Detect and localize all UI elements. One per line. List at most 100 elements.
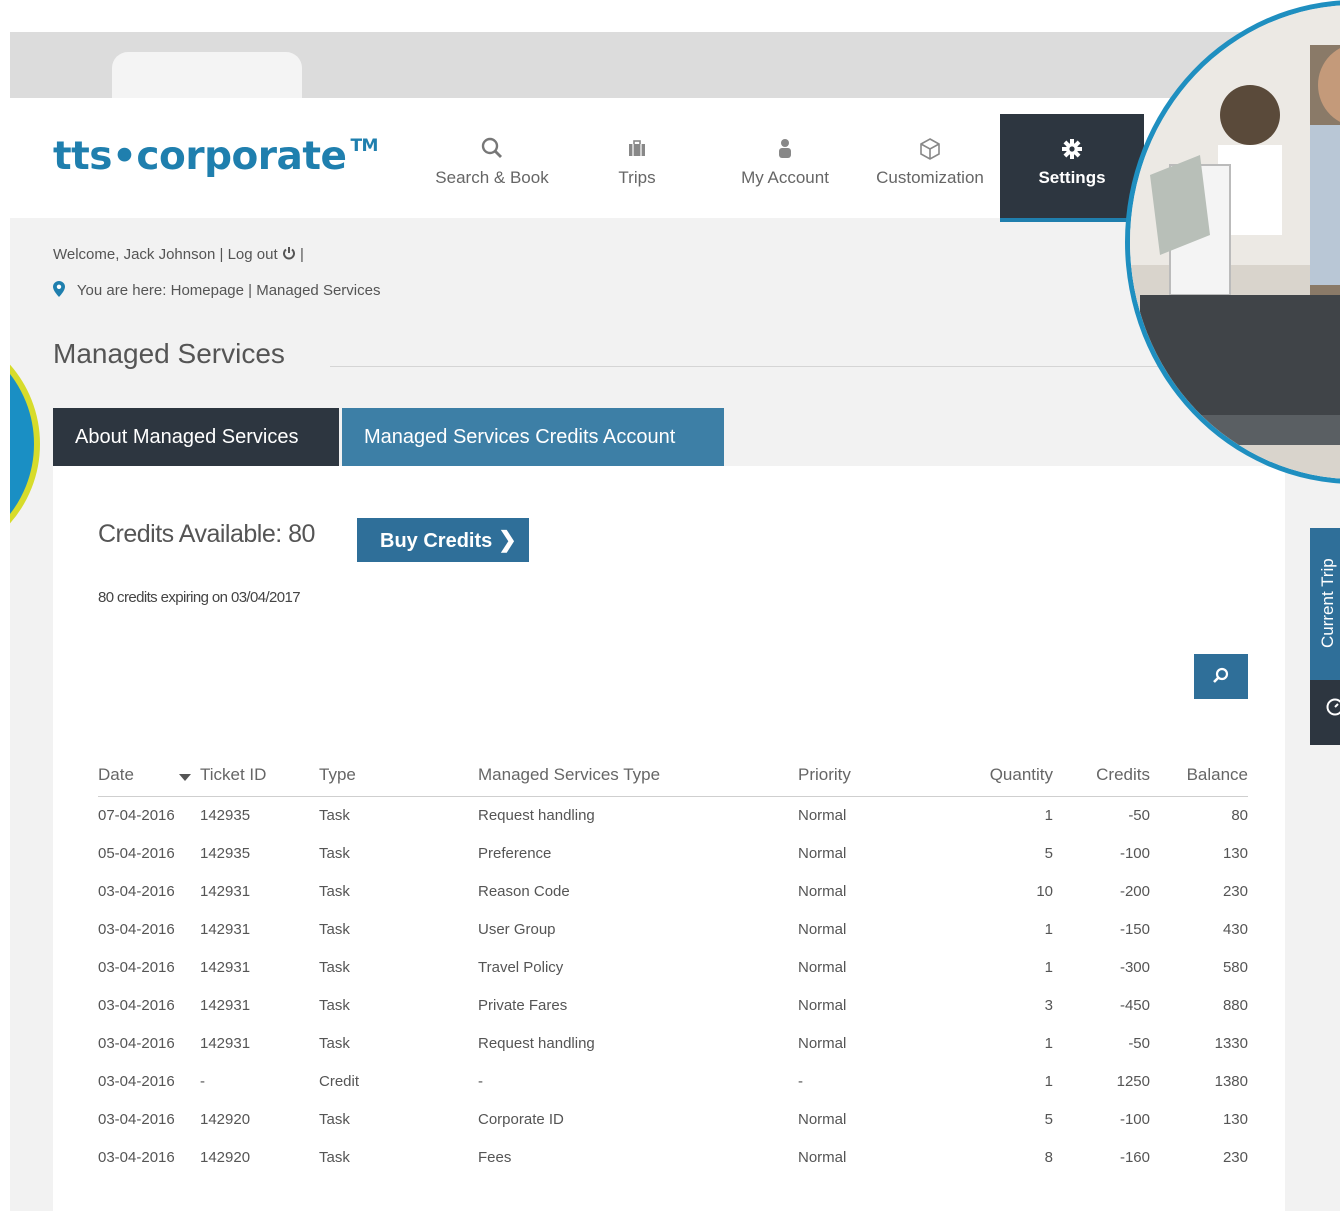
cell-managed-services-type: Request handling	[478, 807, 595, 824]
cell-date: 03-04-2016	[98, 883, 175, 900]
nav-trips[interactable]: Trips	[602, 114, 672, 222]
power-icon	[282, 247, 295, 260]
separator: |	[299, 246, 304, 263]
table-row[interactable]: 03-04-2016 142931 Task Travel Policy Normal 1…	[98, 949, 1248, 987]
breadcrumb-prefix: You are here:	[76, 282, 167, 299]
table-row[interactable]: 03-04-2016 142920 Task Fees Normal 8 -160 230	[98, 1139, 1248, 1177]
cell-priority: Normal	[798, 807, 847, 824]
browser-tab[interactable]	[112, 52, 302, 100]
cell-managed-services-type: Travel Policy	[478, 959, 564, 976]
table-row[interactable]: 05-04-2016 142935 Task Preference Normal 5 -10…	[98, 835, 1248, 873]
table-row[interactable]: 03-04-2016 142931 Task Private Fares Normal 3…	[98, 987, 1248, 1025]
table-search-button[interactable]	[1194, 654, 1248, 699]
cell-balance: 1330	[1214, 1035, 1248, 1052]
logout-link[interactable]: Log out	[228, 246, 278, 263]
cell-credits: 1250	[1116, 1073, 1150, 1090]
cell-quantity: 5	[1044, 1111, 1053, 1128]
cell-ticket-id: 142931	[200, 959, 251, 976]
column-header-managed-services-type[interactable]: Managed Services Type	[478, 765, 660, 785]
chevron-right-icon: ❯	[498, 527, 517, 552]
column-header-balance[interactable]: Balance	[1187, 765, 1248, 785]
table-row[interactable]: 03-04-2016 142931 Task Reason Code Normal 10 -…	[98, 873, 1248, 911]
cell-date: 03-04-2016	[98, 959, 175, 976]
table-row[interactable]: 03-04-2016 - Credit - - 1 1250 1380	[98, 1063, 1248, 1101]
cell-ticket-id: -	[200, 1073, 205, 1090]
cell-priority: -	[798, 1073, 803, 1090]
cell-credits: -150	[1119, 921, 1150, 938]
cell-type: Task	[319, 921, 350, 938]
cell-credits: -200	[1119, 883, 1150, 900]
separator: |	[219, 246, 224, 263]
cell-credits: -300	[1119, 959, 1150, 976]
brand-logo[interactable]: tts•corporate TM	[53, 134, 378, 179]
cell-ticket-id: 142931	[200, 921, 251, 938]
cell-balance: 130	[1222, 1111, 1248, 1128]
cell-type: Task	[319, 997, 350, 1014]
page-title: Managed Services	[53, 338, 285, 369]
cell-date: 03-04-2016	[98, 1073, 175, 1090]
table-row[interactable]: 03-04-2016 142920 Task Corporate ID Normal 5 -…	[98, 1101, 1248, 1139]
sort-desc-icon[interactable]	[179, 774, 191, 782]
cell-managed-services-type: Request handling	[478, 1035, 595, 1052]
nav-label: Settings	[1038, 168, 1106, 187]
cell-ticket-id: 142931	[200, 883, 251, 900]
tab-about-managed-services[interactable]: About Managed Services	[53, 408, 339, 466]
cell-priority: Normal	[798, 883, 847, 900]
cell-date: 03-04-2016	[98, 997, 175, 1014]
cell-quantity: 1	[1044, 921, 1053, 938]
breadcrumb-path[interactable]: Homepage | Managed Services	[171, 282, 381, 299]
cell-date: 07-04-2016	[98, 807, 175, 824]
table-row[interactable]: 03-04-2016 142931 Task User Group Normal 1 -15…	[98, 911, 1248, 949]
column-header-type[interactable]: Type	[319, 765, 356, 785]
column-header-quantity[interactable]: Quantity	[990, 765, 1053, 785]
credits-expiry-note: 80 credits expiring on 03/04/2017	[98, 589, 301, 606]
column-header-ticket-id[interactable]: Ticket ID	[200, 765, 266, 785]
cell-quantity: 8	[1044, 1149, 1053, 1166]
search-icon	[481, 137, 502, 158]
cell-priority: Normal	[798, 959, 847, 976]
current-trip-tab[interactable]: Current Trip	[1310, 528, 1340, 745]
cell-credits: -160	[1119, 1149, 1150, 1166]
cell-type: Task	[319, 1035, 350, 1052]
cell-balance: 1380	[1214, 1073, 1248, 1090]
cell-managed-services-type: -	[478, 1073, 483, 1090]
cell-balance: 430	[1222, 921, 1248, 938]
nav-my-account[interactable]: My Account	[732, 114, 838, 222]
nav-settings[interactable]: Settings	[1000, 114, 1144, 222]
cell-type: Credit	[319, 1073, 360, 1090]
cell-managed-services-type: Reason Code	[478, 883, 570, 900]
cell-priority: Normal	[798, 921, 847, 938]
cell-priority: Normal	[798, 997, 847, 1014]
cell-ticket-id: 142920	[200, 1111, 251, 1128]
cell-credits: -50	[1128, 807, 1150, 824]
search-icon	[1213, 667, 1229, 683]
tab-credits-account[interactable]: Managed Services Credits Account	[342, 408, 724, 466]
cell-credits: -450	[1119, 997, 1150, 1014]
column-header-priority[interactable]: Priority	[798, 765, 851, 785]
cell-ticket-id: 142931	[200, 1035, 251, 1052]
cell-ticket-id: 142935	[200, 807, 251, 824]
cell-type: Task	[319, 1149, 350, 1166]
table-row[interactable]: 03-04-2016 142931 Task Request handling Norm…	[98, 1025, 1248, 1063]
current-trip-label: Current Trip	[1318, 558, 1337, 648]
column-header-credits[interactable]: Credits	[1096, 765, 1150, 785]
cell-balance: 230	[1222, 1149, 1248, 1166]
table-row[interactable]: 07-04-2016 142935 Task Request handling Norm…	[98, 797, 1248, 835]
cell-managed-services-type: Private Fares	[478, 997, 568, 1014]
cell-date: 03-04-2016	[98, 921, 175, 938]
cell-balance: 880	[1222, 997, 1248, 1014]
gear-icon	[1062, 139, 1082, 159]
cell-type: Task	[319, 959, 350, 976]
cell-priority: Normal	[798, 1111, 847, 1128]
nav-search-book[interactable]: Search & Book	[430, 114, 554, 222]
cell-credits: -100	[1119, 845, 1150, 862]
user-icon	[779, 139, 791, 158]
column-header-date[interactable]: Date	[98, 765, 134, 785]
welcome-text: Welcome, Jack Johnson	[53, 246, 216, 263]
cell-date: 05-04-2016	[98, 845, 175, 862]
nav-label: My Account	[741, 168, 829, 187]
cell-balance: 80	[1231, 807, 1248, 824]
buy-credits-button[interactable]: Buy Credits ❯	[357, 518, 529, 562]
cell-ticket-id: 142935	[200, 845, 251, 862]
nav-customization[interactable]: Customization	[868, 114, 992, 222]
